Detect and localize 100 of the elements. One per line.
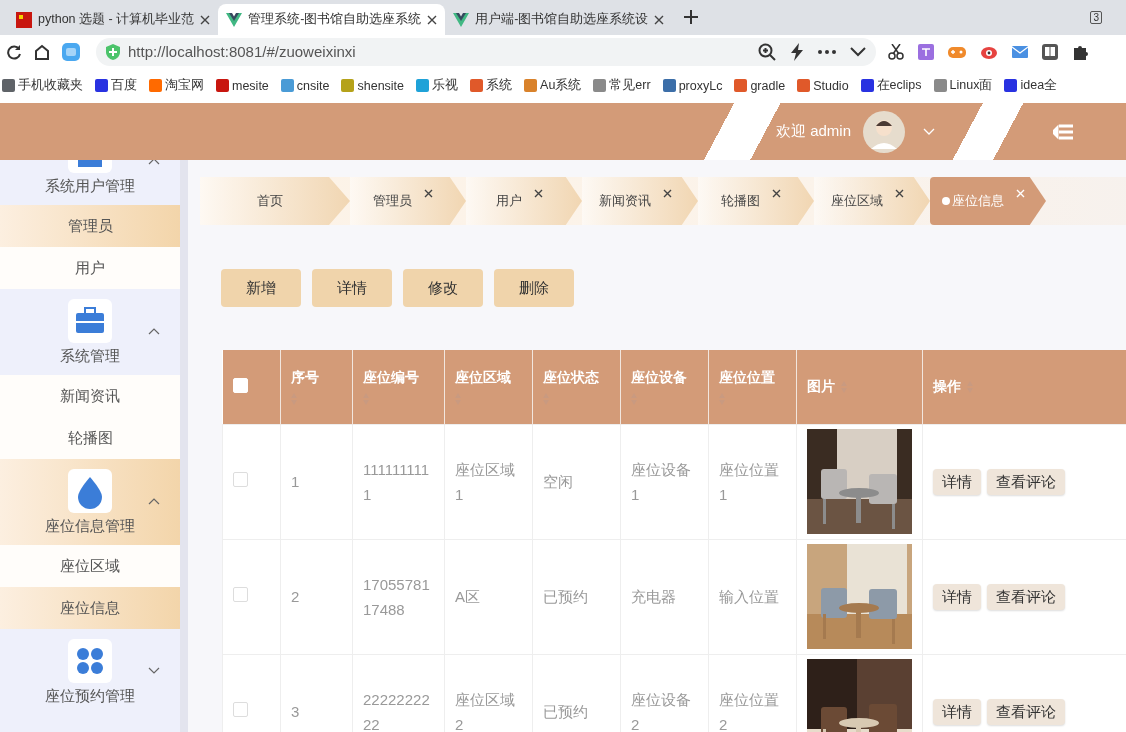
bookmark[interactable]: 常见err: [593, 77, 651, 94]
row-action-button[interactable]: 详情: [933, 583, 981, 610]
shield-icon: [106, 43, 120, 60]
menu-item[interactable]: 新闻资讯: [0, 375, 180, 417]
table-cell: 座位位置2: [719, 690, 779, 732]
row-action-button[interactable]: 查看评论: [987, 583, 1065, 610]
bookmark[interactable]: 在eclips: [860, 77, 922, 94]
mail-icon[interactable]: [1012, 45, 1028, 58]
flag-icon: [16, 11, 32, 28]
new-tab-icon[interactable]: [684, 10, 699, 24]
toolbar-button[interactable]: 删除: [494, 269, 574, 307]
table-cell: A区: [455, 588, 480, 605]
zoom-icon[interactable]: [758, 42, 776, 61]
breadcrumb-tab[interactable]: 轮播图: [698, 177, 814, 225]
bookmark[interactable]: gradle: [734, 78, 786, 93]
menu-item[interactable]: 座位信息: [0, 587, 180, 629]
table-cell: 1: [291, 473, 300, 490]
chevron-down-icon[interactable]: [850, 46, 866, 57]
dots-icon: [68, 638, 112, 683]
close-icon[interactable]: [894, 189, 904, 198]
menu-group[interactable]: 系统用户管理: [0, 160, 180, 205]
row-action-button[interactable]: 详情: [933, 468, 981, 495]
close-icon[interactable]: [200, 14, 211, 25]
bookmark[interactable]: 系统: [470, 77, 513, 94]
translate-icon[interactable]: [918, 43, 934, 60]
bookmark[interactable]: 淘宝网: [149, 77, 204, 94]
bookmark[interactable]: idea全: [1004, 77, 1058, 94]
toolbar-button[interactable]: 修改: [403, 269, 483, 307]
bookmark[interactable]: cnsite: [280, 78, 330, 93]
menu-group[interactable]: 系统管理: [0, 289, 180, 375]
row-action-button[interactable]: 详情: [933, 698, 981, 725]
site-icon: [470, 79, 484, 92]
breadcrumb-tab[interactable]: 座位区域: [814, 177, 930, 225]
chevron-up-icon: [148, 497, 160, 505]
bookmark[interactable]: 百度: [95, 77, 137, 94]
gamepad-icon[interactable]: [948, 44, 966, 59]
bookmark[interactable]: Studio: [797, 78, 849, 93]
browser-tab[interactable]: 用户端-图书馆自助选座系统设: [445, 4, 673, 35]
close-icon[interactable]: [427, 14, 438, 25]
toolbar-button[interactable]: 新增: [221, 269, 301, 307]
table-cell: 座位设备1: [631, 460, 691, 503]
menu-group[interactable]: 座位预约管理: [0, 629, 180, 715]
checkbox[interactable]: [233, 472, 248, 487]
site-icon: [797, 79, 811, 92]
breadcrumb-tab[interactable]: 新闻资讯: [582, 177, 698, 225]
site-icon: [341, 79, 355, 92]
table-cell: 已预约: [543, 703, 588, 720]
checkbox[interactable]: [233, 587, 248, 602]
close-icon[interactable]: [424, 189, 433, 198]
browser-tab[interactable]: python 选题 - 计算机毕业范: [8, 4, 219, 35]
more-icon[interactable]: [818, 49, 836, 54]
chevron-up-icon: [148, 327, 160, 335]
site-icon: [216, 79, 229, 92]
row-action-button[interactable]: 查看评论: [987, 468, 1065, 495]
welcome-text: 欢迎 admin: [776, 122, 852, 141]
browser-tab[interactable]: 管理系统-图书馆自助选座系统: [218, 4, 446, 35]
tab-count[interactable]: 3: [1090, 11, 1102, 24]
close-icon[interactable]: [772, 189, 781, 198]
lightning-icon[interactable]: [790, 42, 804, 61]
menu-item[interactable]: 轮播图: [0, 417, 180, 459]
menu-group[interactable]: 座位信息管理: [0, 459, 180, 545]
breadcrumb-tab[interactable]: 管理员: [350, 177, 466, 225]
table-cell: 输入位置: [719, 588, 779, 605]
checkbox[interactable]: [233, 702, 248, 717]
dot-icon: [941, 197, 950, 205]
close-icon[interactable]: [662, 189, 672, 198]
bookmark[interactable]: shensite: [341, 78, 405, 93]
bookmark[interactable]: Au系统: [524, 77, 582, 94]
avatar-icon[interactable]: [863, 110, 906, 153]
scissors-icon[interactable]: [888, 43, 904, 60]
briefcase-icon: [68, 298, 112, 343]
ai-icon[interactable]: [62, 42, 80, 61]
table-cell: 3: [291, 703, 300, 720]
bookmark[interactable]: 手机收藏夹: [2, 77, 83, 94]
home-icon[interactable]: [34, 43, 50, 60]
breadcrumb-tab[interactable]: 用户: [466, 177, 582, 225]
toolbar-button[interactable]: 详情: [312, 269, 392, 307]
eye-icon[interactable]: [980, 44, 998, 59]
table-cell: 充电器: [631, 588, 676, 605]
bookmark[interactable]: proxyLc: [662, 78, 723, 93]
menu-item[interactable]: 管理员: [0, 205, 180, 247]
breadcrumb-tab[interactable]: 首页: [200, 177, 350, 225]
table-cell: 座位位置1: [719, 460, 779, 503]
row-action-button[interactable]: 查看评论: [987, 698, 1065, 725]
address-field[interactable]: http://localhost:8081/#/zuoweixinxi: [96, 37, 876, 66]
close-icon[interactable]: [654, 14, 665, 25]
menu-item[interactable]: 座位区域: [0, 545, 180, 587]
menu-icon[interactable]: [1053, 123, 1074, 140]
puzzle-icon[interactable]: [1072, 43, 1088, 60]
bookmark[interactable]: Linux面: [933, 77, 993, 94]
bookmark[interactable]: mesite: [216, 78, 269, 93]
site-icon: [149, 79, 162, 92]
site-icon: [662, 79, 676, 92]
site-icon: [280, 79, 294, 92]
bookmark[interactable]: 乐视: [416, 77, 459, 94]
close-icon[interactable]: [533, 189, 543, 198]
table-cell: 座位区域1: [455, 460, 515, 503]
reload-icon[interactable]: [6, 43, 22, 60]
book-icon[interactable]: [1042, 43, 1058, 60]
menu-item[interactable]: 用户: [0, 247, 180, 289]
